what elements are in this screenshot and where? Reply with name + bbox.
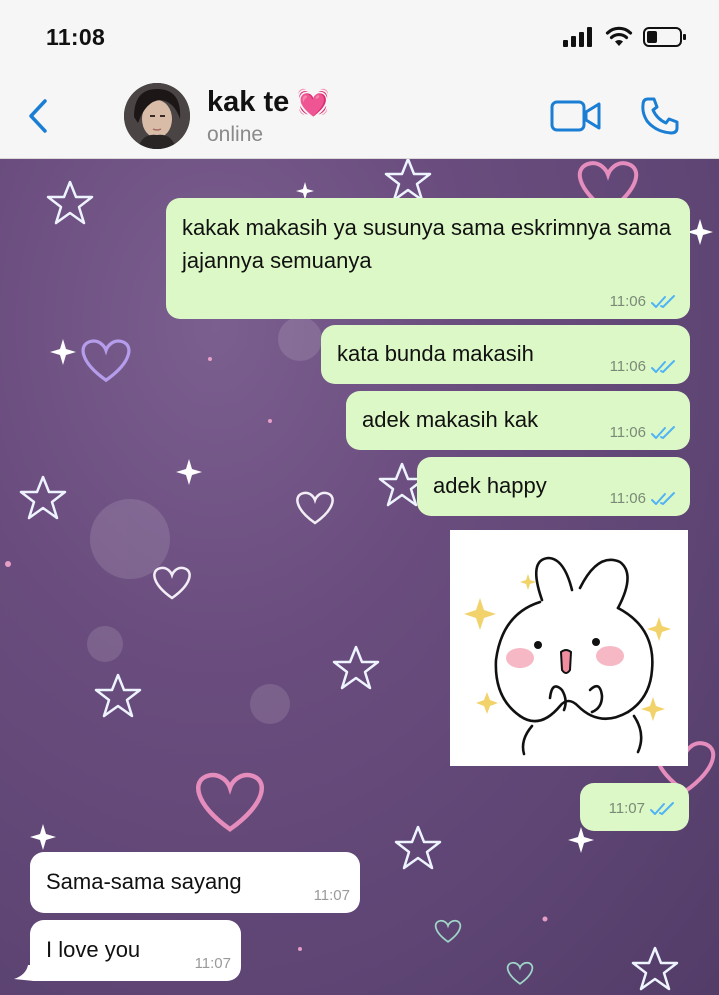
contact-avatar[interactable] <box>124 83 190 149</box>
double-check-icon <box>651 295 675 308</box>
contact-name-text: kak te <box>207 86 290 118</box>
avatar-image <box>124 83 190 149</box>
message-text: kakak makasih ya susunya sama eskrimnya … <box>182 215 672 273</box>
contact-name[interactable]: kak te 💓 <box>207 86 330 119</box>
double-check-icon <box>651 360 675 373</box>
chevron-left-icon <box>29 99 47 133</box>
message-bubble-outgoing[interactable]: adek makasih kak 11:06 <box>346 391 690 450</box>
double-check-icon <box>651 426 675 439</box>
message-meta: 11:07 <box>609 801 679 817</box>
message-time: 11:06 <box>609 490 646 507</box>
bunny-sticker[interactable] <box>450 530 688 766</box>
double-check-icon <box>651 492 675 505</box>
sticker-meta-bubble: 11:07 <box>580 783 689 831</box>
back-button[interactable] <box>26 98 50 134</box>
cellular-signal-icon <box>563 27 592 47</box>
chat-area[interactable]: kakak makasih ya susunya sama eskrimnya … <box>0 159 719 995</box>
battery-icon <box>643 27 686 47</box>
message-time: 11:06 <box>609 424 646 441</box>
message-meta: 11:07 <box>195 956 231 972</box>
double-check-icon <box>650 802 674 815</box>
message-bubble-outgoing[interactable]: adek happy 11:06 <box>417 457 690 516</box>
message-meta: 11:06 <box>610 359 680 375</box>
message-meta: 11:06 <box>610 425 680 441</box>
wifi-icon <box>605 26 633 46</box>
message-bubble-incoming[interactable]: I love you 11:07 <box>30 920 241 981</box>
bunny-sticker-image <box>464 556 671 756</box>
message-bubble-outgoing[interactable]: kata bunda makasih 11:06 <box>321 325 690 384</box>
voice-call-button[interactable] <box>640 96 680 136</box>
video-call-button[interactable] <box>550 98 602 134</box>
message-meta: 11:07 <box>314 888 350 904</box>
message-meta: 11:06 <box>610 294 680 310</box>
message-time: 11:07 <box>194 955 231 972</box>
message-time: 11:06 <box>609 293 646 310</box>
video-camera-icon <box>550 100 601 132</box>
bubble-tail <box>14 965 34 981</box>
status-bar: 11:08 <box>0 0 719 72</box>
message-time: 11:07 <box>313 887 350 904</box>
message-text: Sama-sama sayang <box>46 869 242 894</box>
phone-icon <box>641 97 679 135</box>
contact-status: online <box>207 123 264 146</box>
message-time: 11:06 <box>609 358 646 375</box>
status-icons <box>563 26 687 48</box>
message-time: 11:07 <box>608 800 645 817</box>
message-bubble-incoming[interactable]: Sama-sama sayang 11:07 <box>30 852 360 913</box>
message-bubble-outgoing[interactable]: kakak makasih ya susunya sama eskrimnya … <box>166 198 690 319</box>
beating-heart-emoji: 💓 <box>297 87 330 117</box>
message-meta: 11:06 <box>610 491 680 507</box>
chat-header: kak te 💓 online <box>0 72 719 159</box>
status-time: 11:08 <box>46 24 106 50</box>
